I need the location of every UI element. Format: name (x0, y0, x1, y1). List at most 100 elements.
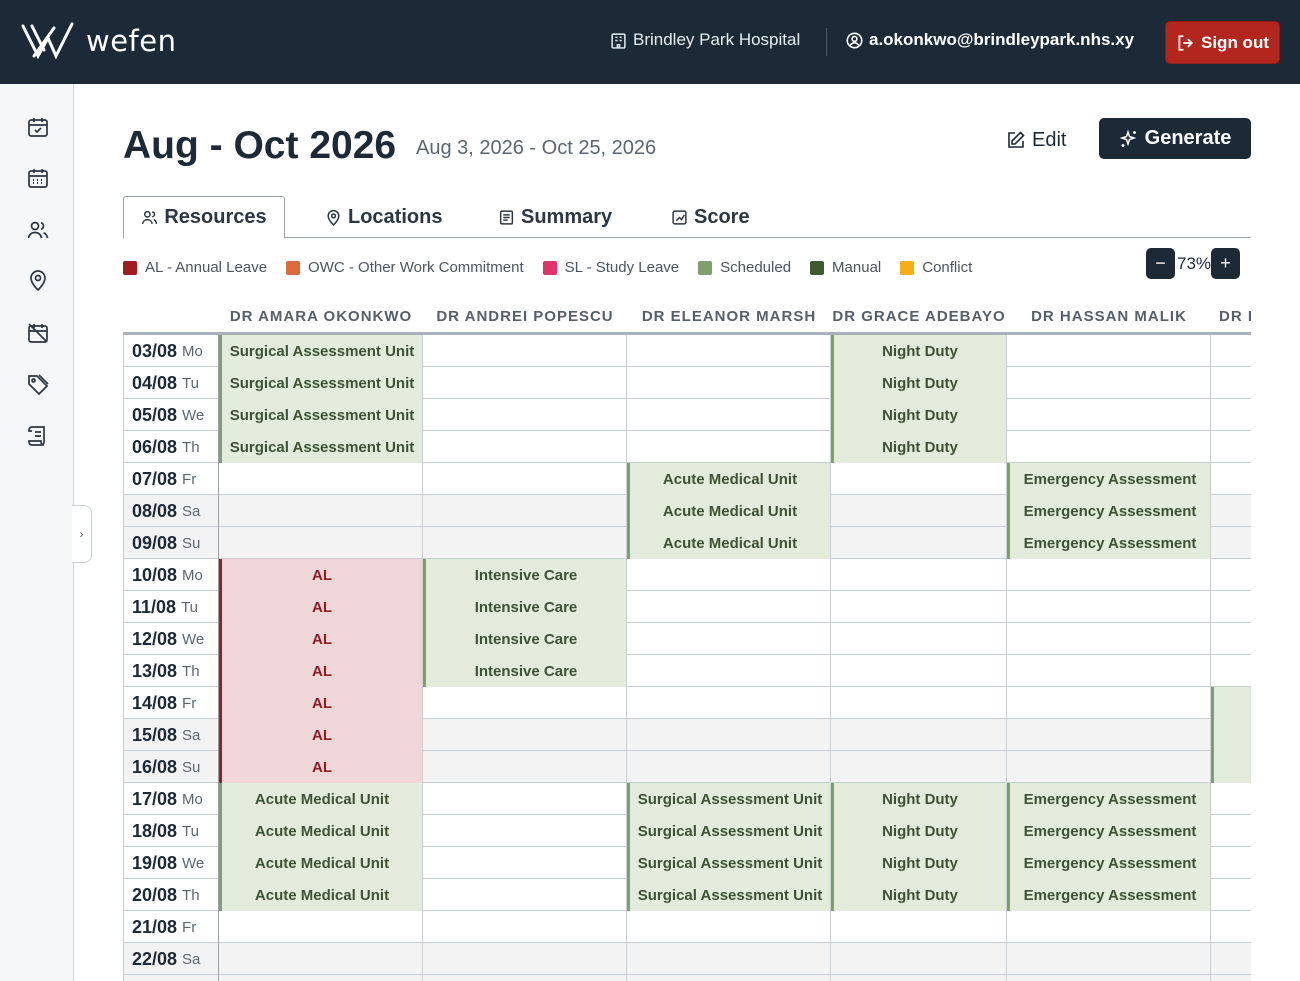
logo[interactable]: wefen (20, 20, 177, 62)
assignment-cell[interactable]: Acute Medical Unit (219, 815, 423, 847)
empty-cell[interactable] (219, 943, 423, 975)
empty-cell[interactable] (1007, 367, 1211, 399)
empty-cell[interactable] (1211, 751, 1251, 783)
empty-cell[interactable] (423, 751, 627, 783)
empty-cell[interactable] (1211, 623, 1251, 655)
assignment-cell[interactable]: Surgical Assessment Unit (219, 367, 423, 399)
empty-cell[interactable] (831, 527, 1007, 559)
assignment-cell[interactable]: Night Duty (831, 783, 1007, 815)
empty-cell[interactable] (831, 751, 1007, 783)
empty-cell[interactable] (423, 335, 627, 367)
empty-cell[interactable] (1211, 367, 1251, 399)
assignment-cell[interactable]: AL (219, 687, 423, 719)
empty-cell[interactable] (831, 687, 1007, 719)
assignment-cell[interactable]: Intensive Care (423, 655, 627, 687)
empty-cell[interactable] (831, 623, 1007, 655)
empty-cell[interactable] (1007, 943, 1211, 975)
assignment-cell[interactable]: AL (219, 751, 423, 783)
empty-cell[interactable] (627, 591, 831, 623)
empty-cell[interactable] (423, 911, 627, 943)
empty-cell[interactable] (1211, 911, 1251, 943)
empty-cell[interactable] (831, 655, 1007, 687)
assignment-cell[interactable]: AL (219, 591, 423, 623)
tab-resources[interactable]: Resources (123, 196, 285, 239)
empty-cell[interactable] (219, 527, 423, 559)
assignment-cell[interactable]: Emergency Assessment (1007, 527, 1211, 559)
empty-cell[interactable] (1007, 559, 1211, 591)
zoom-in-button[interactable]: + (1211, 248, 1240, 279)
assignment-cell[interactable]: Night Duty (831, 399, 1007, 431)
tab-score[interactable]: Score (671, 196, 750, 238)
zoom-out-button[interactable]: − (1146, 248, 1175, 279)
empty-cell[interactable] (1007, 687, 1211, 719)
empty-cell[interactable] (627, 399, 831, 431)
map-pin-icon[interactable] (25, 268, 51, 294)
assignment-cell[interactable]: AL (219, 623, 423, 655)
assignment-cell[interactable]: Surgical Assessment Unit (627, 847, 831, 879)
empty-cell[interactable] (1007, 623, 1211, 655)
empty-cell[interactable] (1211, 655, 1251, 687)
assignment-cell[interactable]: Acute Medical Unit (627, 463, 831, 495)
empty-cell[interactable] (831, 719, 1007, 751)
empty-cell[interactable] (423, 463, 627, 495)
assignment-cell[interactable]: AL (219, 559, 423, 591)
assignment-cell[interactable]: Emergency Assessment (1007, 879, 1211, 911)
empty-cell[interactable] (219, 911, 423, 943)
empty-cell[interactable] (1007, 911, 1211, 943)
empty-cell[interactable] (423, 687, 627, 719)
assignment-cell[interactable]: Surgical Assessment Unit (627, 783, 831, 815)
empty-cell[interactable] (831, 559, 1007, 591)
empty-cell[interactable] (1211, 559, 1251, 591)
assignment-cell[interactable]: Intensive Care (423, 623, 627, 655)
user-menu[interactable]: a.okonkwo@brindleypark.nhs.xy (846, 30, 1134, 50)
empty-cell[interactable] (627, 431, 831, 463)
empty-cell[interactable] (627, 943, 831, 975)
empty-cell[interactable] (627, 975, 831, 981)
empty-cell[interactable] (423, 495, 627, 527)
empty-cell[interactable] (1007, 719, 1211, 751)
assignment-cell[interactable]: Acute Medical Unit (219, 783, 423, 815)
empty-cell[interactable] (423, 943, 627, 975)
empty-cell[interactable] (423, 879, 627, 911)
calendar-grid-icon[interactable] (25, 165, 51, 191)
empty-cell[interactable] (423, 399, 627, 431)
assignment-cell[interactable]: Emergency Assessment (1007, 783, 1211, 815)
scroll-icon[interactable] (25, 423, 51, 449)
empty-cell[interactable] (627, 911, 831, 943)
empty-cell[interactable] (1211, 399, 1251, 431)
assignment-cell[interactable]: Night Duty (831, 879, 1007, 911)
assignment-cell[interactable]: AL (219, 655, 423, 687)
empty-cell[interactable] (1211, 847, 1251, 879)
calendar-off-icon[interactable] (25, 320, 51, 346)
empty-cell[interactable] (1007, 591, 1211, 623)
empty-cell[interactable] (627, 559, 831, 591)
empty-cell[interactable] (1211, 943, 1251, 975)
empty-cell[interactable] (1211, 815, 1251, 847)
empty-cell[interactable] (423, 367, 627, 399)
empty-cell[interactable] (1007, 399, 1211, 431)
empty-cell[interactable] (219, 495, 423, 527)
assignment-cell[interactable]: Night Duty (831, 335, 1007, 367)
empty-cell[interactable] (1211, 719, 1251, 751)
tab-summary[interactable]: Summary (498, 196, 612, 238)
empty-cell[interactable] (1211, 335, 1251, 367)
assignment-cell[interactable]: Night Duty (831, 815, 1007, 847)
empty-cell[interactable] (1211, 783, 1251, 815)
assignment-cell[interactable]: Acute Medical Unit (219, 879, 423, 911)
empty-cell[interactable] (423, 847, 627, 879)
empty-cell[interactable] (627, 335, 831, 367)
empty-cell[interactable] (1211, 591, 1251, 623)
assignment-cell[interactable]: Night Duty (831, 367, 1007, 399)
empty-cell[interactable] (1211, 879, 1251, 911)
empty-cell[interactable] (1007, 335, 1211, 367)
sign-out-button[interactable]: Sign out (1165, 21, 1280, 64)
empty-cell[interactable] (1211, 527, 1251, 559)
empty-cell[interactable] (1007, 751, 1211, 783)
empty-cell[interactable] (1007, 655, 1211, 687)
tab-locations[interactable]: Locations (325, 196, 442, 238)
empty-cell[interactable] (831, 591, 1007, 623)
assignment-cell[interactable]: Surgical Assessment Unit (219, 399, 423, 431)
empty-cell[interactable] (627, 751, 831, 783)
empty-cell[interactable] (219, 975, 423, 981)
assignment-cell[interactable]: Surgical Assessment Unit (627, 815, 831, 847)
